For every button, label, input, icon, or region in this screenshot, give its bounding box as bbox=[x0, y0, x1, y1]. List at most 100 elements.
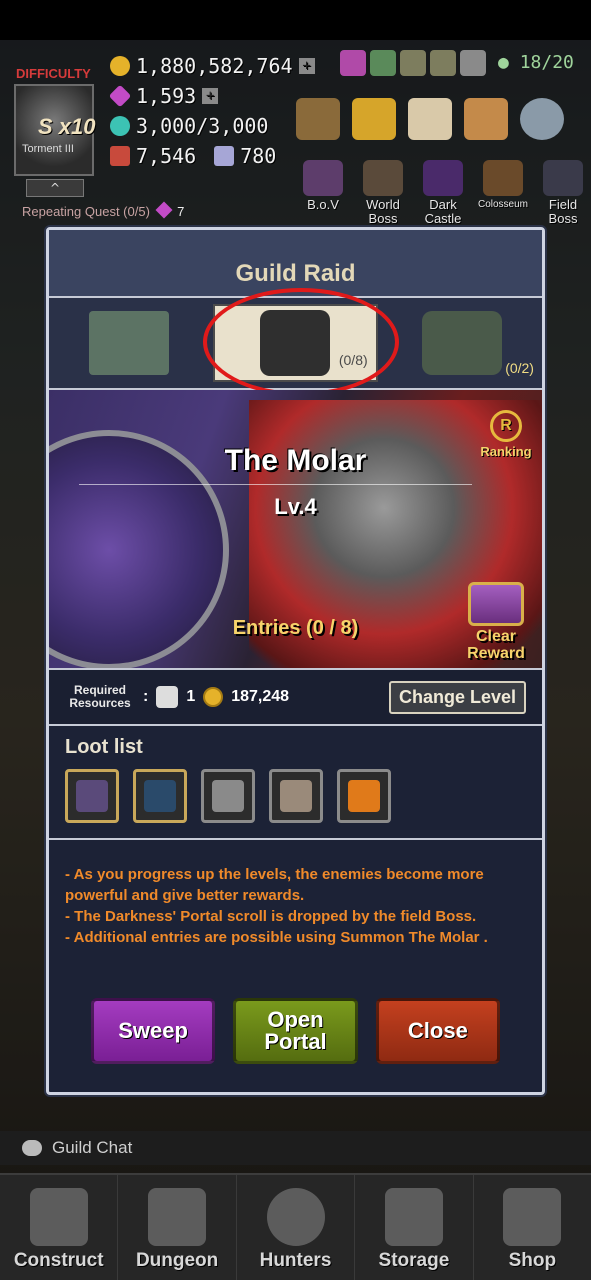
buff-icon[interactable] bbox=[340, 50, 366, 76]
book-icon[interactable] bbox=[296, 98, 340, 140]
scroll-count: 1 bbox=[186, 688, 196, 705]
boss-level: Lv.4 bbox=[274, 494, 317, 519]
guild-chat-bar[interactable]: Guild Chat bbox=[0, 1131, 591, 1165]
boss-menu-world-boss[interactable]: World Boss bbox=[356, 160, 410, 226]
repeating-quest-label: Repeating Quest (0/5) bbox=[22, 204, 150, 219]
description-line: - As you progress up the levels, the ene… bbox=[65, 866, 484, 904]
boss-banner: The Molar Lv.4 R Ranking Entries (0 / 8)… bbox=[49, 390, 542, 670]
boss-menu-label: B.o.V bbox=[307, 197, 339, 212]
buff-icon[interactable] bbox=[460, 50, 486, 76]
chat-icon bbox=[22, 1140, 42, 1156]
nav-dungeon[interactable]: Dungeon bbox=[118, 1175, 237, 1280]
boss-menu-label: Colosseum bbox=[477, 199, 529, 210]
loot-item-belt-purple[interactable] bbox=[65, 769, 119, 823]
gear-icon[interactable] bbox=[520, 98, 564, 140]
required-items: : 1 187,248 bbox=[143, 686, 289, 708]
change-level-button[interactable]: Change Level bbox=[388, 680, 526, 714]
crystals-amount: 780 bbox=[240, 144, 277, 168]
tab-horned-boss[interactable]: (0/2) bbox=[382, 298, 542, 388]
nav-shop[interactable]: Shop bbox=[474, 1175, 591, 1280]
sweep-button[interactable]: Sweep bbox=[91, 998, 216, 1064]
nav-storage[interactable]: Storage bbox=[355, 1175, 474, 1280]
nav-label: Storage bbox=[378, 1250, 450, 1271]
storage-chest-icon bbox=[384, 1188, 443, 1246]
hammer-icon bbox=[29, 1188, 88, 1246]
gold-coin-icon bbox=[203, 687, 224, 707]
boss-menu-label: Dark Castle bbox=[424, 197, 462, 226]
tab-the-molar[interactable]: (0/8) bbox=[213, 304, 378, 382]
loot-items bbox=[65, 769, 526, 823]
boss-menu-dark-castle[interactable]: Dark Castle bbox=[416, 160, 470, 226]
difficulty-label: DIFFICULTY bbox=[16, 66, 91, 81]
dialog-title: Guild Raid bbox=[49, 230, 542, 298]
divider bbox=[79, 484, 472, 485]
nav-label: Dungeon bbox=[135, 1250, 219, 1271]
repeating-quest[interactable]: Repeating Quest (0/5) 7 bbox=[22, 201, 185, 219]
guild-chat-label: Guild Chat bbox=[52, 1138, 133, 1157]
loot-item-belt-blue[interactable] bbox=[133, 769, 187, 823]
nav-label: Hunters bbox=[259, 1250, 332, 1271]
repeating-quest-count: 7 bbox=[177, 204, 185, 219]
buff-icon[interactable] bbox=[400, 50, 426, 76]
add-gems-button[interactable]: + bbox=[202, 88, 219, 104]
ranking-button[interactable]: R Ranking bbox=[476, 410, 536, 459]
difficulty-name: Torment III bbox=[22, 143, 74, 155]
gold-row: 1,880,582,764 + bbox=[110, 54, 315, 78]
gem-icon bbox=[108, 84, 132, 108]
person-icon: ● bbox=[498, 52, 509, 73]
belt-icon bbox=[76, 780, 108, 812]
rune-icon bbox=[212, 780, 244, 812]
clear-reward-label: Clear Reward bbox=[467, 628, 525, 662]
molar-boss-icon bbox=[260, 310, 331, 376]
tab-count: (0/2) bbox=[505, 360, 534, 376]
clear-reward-button[interactable]: Clear Reward bbox=[456, 582, 536, 662]
castle-icon bbox=[89, 311, 170, 375]
boss-name: The Molar bbox=[224, 444, 367, 477]
description-line: - The Darkness' Portal scroll is dropped… bbox=[65, 908, 477, 925]
open-portal-button[interactable]: Open Portal bbox=[233, 998, 358, 1064]
guild-icon[interactable] bbox=[464, 98, 508, 140]
boss-menu-bov[interactable]: B.o.V bbox=[296, 160, 350, 226]
close-button[interactable]: Close bbox=[375, 998, 500, 1064]
chests-row: 7,546 780 bbox=[110, 144, 276, 168]
ranking-icon: R bbox=[490, 410, 522, 442]
nav-label: Shop bbox=[508, 1250, 557, 1271]
boss-menu-field-boss[interactable]: Field Boss bbox=[536, 160, 590, 226]
loot-item-feather[interactable] bbox=[337, 769, 391, 823]
gold-cost: 187,248 bbox=[231, 688, 290, 705]
buff-icon[interactable] bbox=[370, 50, 396, 76]
loot-item-rune-1[interactable] bbox=[201, 769, 255, 823]
raid-tabs: (0/8) (0/2) bbox=[49, 288, 542, 396]
description: - As you progress up the levels, the ene… bbox=[49, 840, 542, 998]
nav-construct[interactable]: Construct bbox=[0, 1175, 119, 1280]
loot-title: Loot list bbox=[65, 736, 143, 758]
boss-menu: B.o.V World Boss Dark Castle Colosseum F… bbox=[296, 160, 590, 226]
feather-icon bbox=[348, 780, 380, 812]
world-boss-icon bbox=[363, 160, 403, 196]
description-line: - Additional entries are possible using … bbox=[65, 929, 488, 946]
loot-list: Loot list bbox=[49, 726, 542, 840]
buff-icon[interactable] bbox=[430, 50, 456, 76]
collapse-button[interactable]: ^ bbox=[26, 179, 84, 197]
add-gold-button[interactable]: + bbox=[298, 58, 315, 74]
belt-icon bbox=[144, 780, 176, 812]
bottom-nav: Construct Dungeon Hunters Storage Shop bbox=[0, 1173, 591, 1280]
nav-hunters[interactable]: Hunters bbox=[237, 1175, 356, 1280]
difficulty-value: S x10 bbox=[38, 114, 96, 139]
dungeon-gate-icon bbox=[148, 1188, 207, 1246]
hud: DIFFICULTY S x10 Torment III ^ Repeating… bbox=[0, 40, 591, 230]
colosseum-icon bbox=[483, 160, 523, 196]
quest-icon[interactable] bbox=[408, 98, 452, 140]
guild-raid-dialog: Guild Raid (0/8) (0/2) The Molar Lv.4 R … bbox=[46, 227, 545, 1095]
ranking-label: Ranking bbox=[480, 444, 532, 459]
horned-boss-icon bbox=[421, 311, 502, 375]
boss-menu-colosseum[interactable]: Colosseum bbox=[476, 160, 530, 226]
boss-menu-label: Field Boss bbox=[548, 197, 578, 226]
tab-castle[interactable] bbox=[49, 298, 209, 388]
shop-icon bbox=[503, 1188, 562, 1246]
trophy-icon[interactable] bbox=[352, 98, 396, 140]
buff-icons bbox=[340, 50, 486, 76]
action-buttons: Sweep Open Portal Close bbox=[49, 998, 542, 1064]
gold-amount: 1,880,582,764 bbox=[136, 54, 293, 78]
loot-item-rune-2[interactable] bbox=[269, 769, 323, 823]
